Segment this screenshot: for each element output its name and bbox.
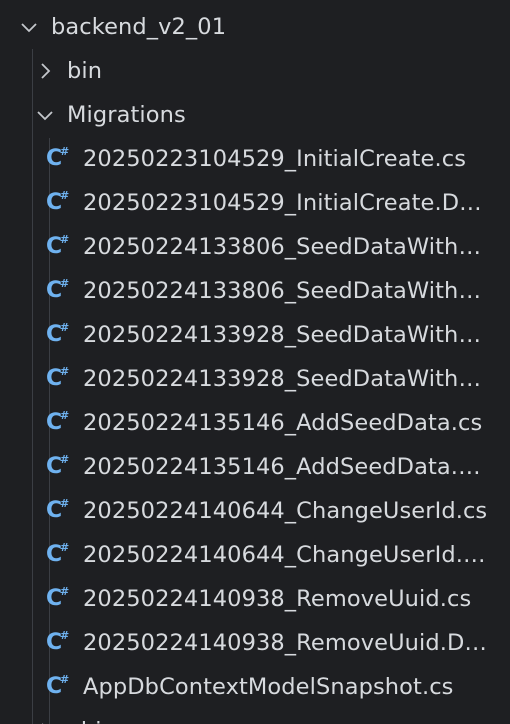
- chevron-down-icon[interactable]: [18, 16, 40, 38]
- file-explorer-tree: backend_v2_01 bin Migrations C # 20250223…: [0, 0, 510, 724]
- file-item[interactable]: C# 20250224140938_RemoveUuid.Designer.cs: [0, 621, 510, 665]
- file-item[interactable]: C # 20250223104529_InitialCreate.cs: [0, 137, 510, 181]
- file-label: AppDbContextModelSnapshot.cs: [83, 674, 454, 700]
- chevron-right-icon[interactable]: [34, 720, 56, 724]
- csharp-file-icon: C #: [46, 541, 70, 567]
- file-label: 20250223104529_InitialCreate.Designer.cs: [83, 190, 493, 216]
- csharp-file-icon: C #: [46, 365, 70, 391]
- file-label: 20250224140938_RemoveUuid.cs: [83, 586, 472, 612]
- folder-label: Migrations: [67, 102, 186, 128]
- csharp-file-icon: C #: [46, 585, 70, 611]
- file-label: 20250224133806_SeedDataWithRoles.cs: [83, 234, 493, 260]
- chevron-down-icon[interactable]: [34, 104, 56, 126]
- file-item[interactable]: C # 20250224140938_RemoveUuid.cs: [0, 577, 510, 621]
- file-item[interactable]: C # 20250224140644_ChangeUserId.cs: [0, 489, 510, 533]
- csharp-file-icon: C #: [46, 409, 70, 435]
- file-item[interactable]: C# 20250224133806_SeedDataWithRoles.cs: [0, 225, 510, 269]
- file-label: 20250224140938_RemoveUuid.Designer.cs: [83, 630, 493, 656]
- file-item[interactable]: C # 20250224135146_AddSeedData.cs: [0, 401, 510, 445]
- csharp-file-icon: C #: [46, 673, 70, 699]
- csharp-file-icon: C #: [46, 277, 70, 303]
- file-item[interactable]: C# 20250224133928_SeedDataWithUsers.cs: [0, 313, 510, 357]
- folder-obj[interactable]: obj: [0, 709, 510, 724]
- csharp-file-icon: C #: [46, 145, 70, 171]
- folder-migrations[interactable]: Migrations: [0, 93, 510, 137]
- file-label: 20250224135146_AddSeedData.Designer.cs: [83, 454, 493, 480]
- folder-bin[interactable]: bin: [0, 49, 510, 93]
- folder-label: obj: [67, 709, 102, 724]
- file-label: 20250224133928_SeedDataWithUsers.cs: [83, 322, 493, 348]
- folder-label: bin: [67, 58, 103, 84]
- csharp-file-icon: C #: [46, 321, 70, 347]
- file-label: 20250224133806_SeedDataWithRoles.Designe…: [83, 278, 493, 304]
- file-label: 20250224140644_ChangeUserId.cs: [83, 498, 488, 524]
- file-item[interactable]: C# 20250224133806_SeedDataWithRoles.Desi…: [0, 269, 510, 313]
- csharp-file-icon: C #: [46, 453, 70, 479]
- file-item[interactable]: C# 20250224135146_AddSeedData.Designer.c…: [0, 445, 510, 489]
- file-label: 20250224135146_AddSeedData.cs: [83, 410, 483, 436]
- csharp-file-icon: C #: [46, 189, 70, 215]
- folder-backend-v2-01[interactable]: backend_v2_01: [0, 5, 510, 49]
- file-item[interactable]: C# 20250224133928_SeedDataWithUsers.Desi…: [0, 357, 510, 401]
- file-item[interactable]: C# 20250223104529_InitialCreate.Designer…: [0, 181, 510, 225]
- file-label: 20250224133928_SeedDataWithUsers.Designe…: [83, 366, 493, 392]
- csharp-file-icon: C #: [46, 233, 70, 259]
- folder-label: backend_v2_01: [51, 14, 227, 40]
- file-label: 20250224140644_ChangeUserId.Designer.cs: [83, 542, 493, 568]
- csharp-file-icon: C #: [46, 497, 70, 523]
- file-item[interactable]: C# 20250224140644_ChangeUserId.Designer.…: [0, 533, 510, 577]
- file-item[interactable]: C # AppDbContextModelSnapshot.cs: [0, 665, 510, 709]
- file-label: 20250223104529_InitialCreate.cs: [83, 146, 467, 172]
- chevron-right-icon[interactable]: [34, 60, 56, 82]
- csharp-file-icon: C #: [46, 629, 70, 655]
